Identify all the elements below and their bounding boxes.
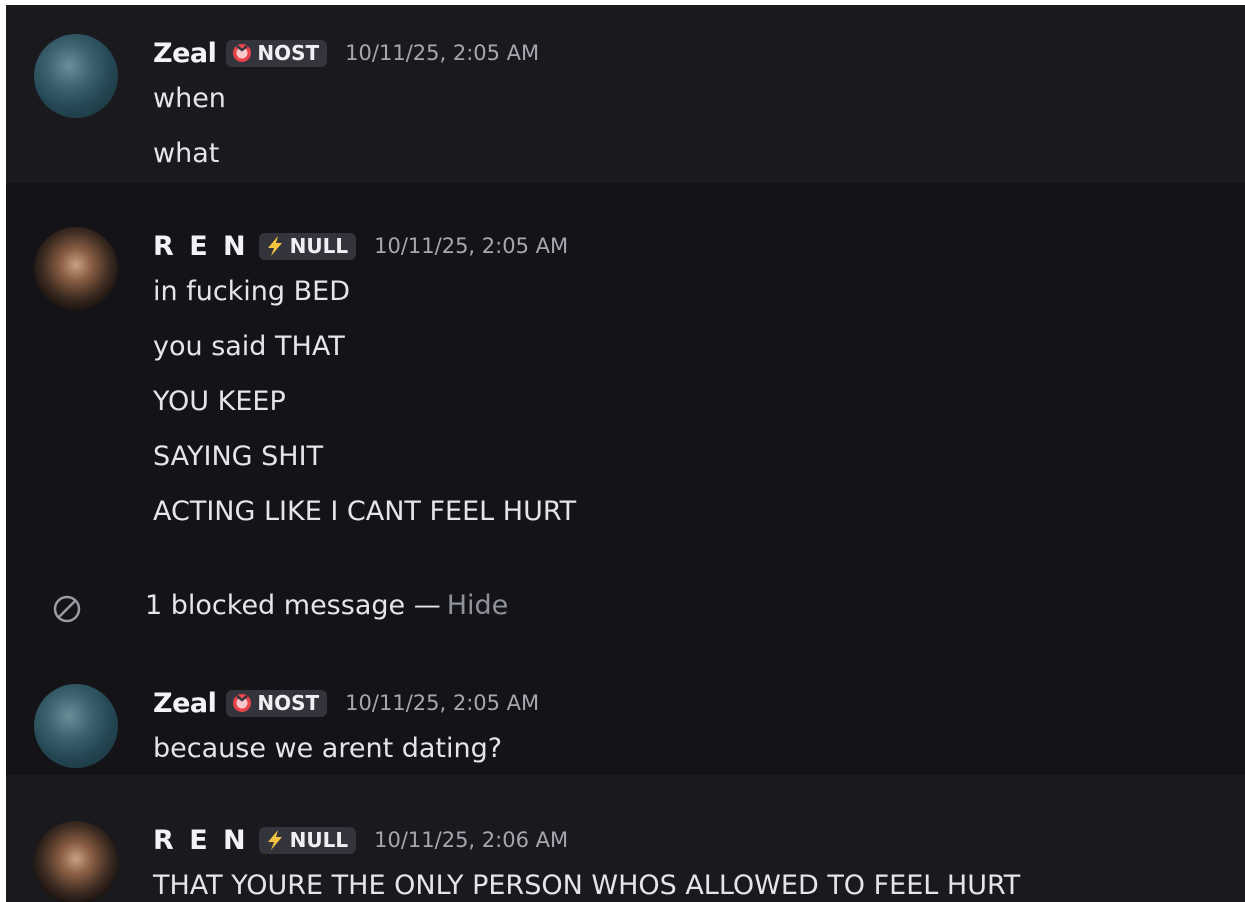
message-line: THAT YOURE THE ONLY PERSON WHOS ALLOWED … (153, 870, 1021, 901)
message-line: YOU KEEP (153, 386, 286, 417)
message-line: when (153, 83, 226, 114)
message-header: R E N NULL 10/11/25, 2:06 AM (153, 824, 568, 856)
message-group: R E N NULL 10/11/25, 2:06 AM THAT YOURE … (6, 775, 1245, 902)
username[interactable]: Zeal (153, 688, 217, 719)
server-tag[interactable]: NULL (258, 232, 357, 260)
chat-window: Zeal NOST 10/11/25, 2:05 AM when what R … (6, 5, 1245, 902)
lightning-bolt-icon (267, 830, 282, 850)
blocked-label: 1 blocked message — (145, 590, 441, 621)
message-group: Zeal NOST 10/11/25, 2:05 AM when what (6, 5, 1245, 183)
timestamp: 10/11/25, 2:05 AM (345, 691, 540, 715)
timestamp: 10/11/25, 2:05 AM (374, 234, 569, 258)
message-group: Zeal NOST 10/11/25, 2:05 AM because we a… (6, 631, 1245, 775)
tag-label: NOST (257, 41, 320, 65)
username[interactable]: R E N (153, 825, 249, 856)
avatar[interactable] (34, 684, 118, 768)
message-group: R E N NULL 10/11/25, 2:05 AM in fucking … (6, 183, 1245, 583)
message-header: R E N NULL 10/11/25, 2:05 AM (153, 230, 568, 262)
tag-label: NULL (289, 828, 349, 852)
avatar[interactable] (34, 227, 118, 311)
tag-label: NULL (289, 234, 349, 258)
message-line: in fucking BED (153, 276, 351, 307)
message-line: you said THAT (153, 331, 345, 362)
message-header: Zeal NOST 10/11/25, 2:05 AM (153, 37, 539, 69)
message-header: Zeal NOST 10/11/25, 2:05 AM (153, 687, 539, 719)
username[interactable]: R E N (153, 231, 249, 262)
message-line: SAYING SHIT (153, 441, 324, 472)
blocked-message-text: 1 blocked message — Hide (145, 588, 508, 624)
server-tag[interactable]: NOST (226, 689, 328, 717)
red-ring-icon (233, 44, 252, 62)
avatar[interactable] (34, 821, 118, 902)
message-line: because we arent dating? (153, 733, 503, 764)
tag-label: NOST (257, 691, 320, 715)
red-ring-icon (233, 694, 252, 712)
timestamp: 10/11/25, 2:05 AM (345, 41, 540, 65)
username[interactable]: Zeal (153, 38, 217, 69)
message-line: what (153, 138, 220, 169)
avatar[interactable] (34, 34, 118, 118)
message-line: ACTING LIKE I CANT FEEL HURT (153, 496, 577, 527)
lightning-bolt-icon (267, 236, 282, 256)
blocked-message-row: 1 blocked message — Hide (6, 583, 1245, 631)
server-tag[interactable]: NOST (226, 39, 328, 67)
blocked-circle-icon (53, 595, 81, 623)
hide-link[interactable]: Hide (447, 590, 509, 621)
timestamp: 10/11/25, 2:06 AM (374, 828, 569, 852)
server-tag[interactable]: NULL (258, 826, 357, 854)
